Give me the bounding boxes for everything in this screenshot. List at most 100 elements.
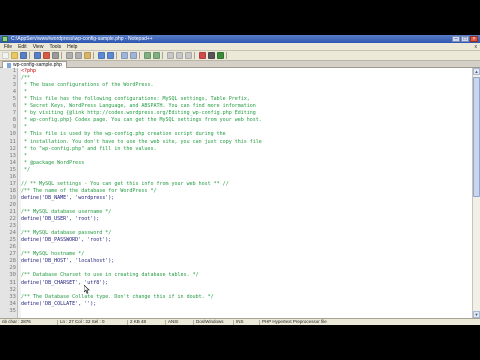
code-line[interactable]: // ** MySQL settings - You can get this … [21, 181, 472, 188]
code-line[interactable]: * The base configurations of the WordPre… [21, 82, 472, 89]
code-area[interactable]: <?php/** * The base configurations of th… [21, 68, 472, 318]
find-icon[interactable] [121, 52, 128, 59]
zoom-out-icon[interactable] [153, 52, 160, 59]
macro-play-icon[interactable] [217, 52, 224, 59]
code-line[interactable]: * to "wp-config.php" and fill in the val… [21, 146, 472, 153]
line-number[interactable]: 18 [0, 188, 16, 195]
code-line[interactable]: * wp-config.php} Codex page. You can get… [21, 117, 472, 124]
line-number[interactable]: 25 [0, 237, 16, 244]
undo-icon[interactable] [98, 52, 105, 59]
replace-icon[interactable] [130, 52, 137, 59]
line-number[interactable]: 4 [0, 89, 16, 96]
line-number[interactable]: 11 [0, 139, 16, 146]
code-line[interactable]: * [21, 124, 472, 131]
code-line[interactable]: * @package WordPress [21, 160, 472, 167]
line-number[interactable]: 2 [0, 75, 16, 82]
paste-icon[interactable] [84, 52, 91, 59]
line-number[interactable]: 22 [0, 216, 16, 223]
code-line[interactable]: */ [21, 167, 472, 174]
code-line[interactable] [21, 202, 472, 209]
line-number[interactable]: 33 [0, 294, 16, 301]
menu-edit[interactable]: Edit [18, 43, 27, 51]
line-number[interactable]: 5 [0, 96, 16, 103]
save-icon[interactable] [20, 52, 27, 59]
open-folder-icon[interactable] [11, 52, 18, 59]
code-line[interactable]: * Secret Keys, WordPress Language, and A… [21, 103, 472, 110]
cut-icon[interactable] [66, 52, 73, 59]
word-wrap-icon[interactable] [167, 52, 174, 59]
line-number[interactable]: 26 [0, 244, 16, 251]
menu-view[interactable]: View [33, 43, 44, 51]
code-line[interactable]: * This file has the following configurat… [21, 96, 472, 103]
code-editor[interactable]: 1 2 3 4 5 6 7 8 9 10 11 12 13 14 15 16 17 18 19 20 21 22 23 24 2… [0, 68, 480, 318]
minimize-button[interactable]: – [452, 36, 460, 42]
code-line[interactable]: * [21, 89, 472, 96]
line-number[interactable]: 23 [0, 223, 16, 230]
code-line[interactable]: /** MySQL hostname */ [21, 251, 472, 258]
save-all-icon[interactable] [34, 52, 41, 59]
line-number[interactable]: 15 [0, 167, 16, 174]
maximize-button[interactable]: □ [461, 36, 469, 42]
code-line[interactable]: define('DB_USER', 'root'); [21, 216, 472, 223]
code-line[interactable]: define('DB_COLLATE', ''); [21, 301, 472, 308]
line-number[interactable]: 19 [0, 195, 16, 202]
close-window-button[interactable]: × [470, 36, 478, 42]
indent-guide-icon[interactable] [185, 52, 192, 59]
tab-wp-config-sample[interactable]: wp-config-sample.php [2, 61, 67, 68]
new-file-icon[interactable] [2, 52, 9, 59]
code-line[interactable] [21, 174, 472, 181]
scroll-up-icon[interactable]: ▲ [473, 68, 480, 75]
line-number[interactable]: 17 [0, 181, 16, 188]
close-document-icon[interactable]: x [475, 43, 478, 51]
code-line[interactable] [21, 265, 472, 272]
line-number[interactable]: 28 [0, 258, 16, 265]
show-all-chars-icon[interactable] [176, 52, 183, 59]
code-line[interactable]: define('DB_HOST', 'localhost'); [21, 258, 472, 265]
line-number[interactable]: 1 [0, 68, 16, 75]
line-number[interactable]: 14 [0, 160, 16, 167]
line-number[interactable]: 20 [0, 202, 16, 209]
line-number[interactable]: 7 [0, 110, 16, 117]
line-number[interactable]: 27 [0, 251, 16, 258]
close-file-icon[interactable] [43, 52, 50, 59]
menu-file[interactable]: File [4, 43, 12, 51]
code-line[interactable]: define('DB_NAME', 'wordpress'); [21, 195, 472, 202]
code-line[interactable]: <?php [21, 68, 472, 75]
redo-icon[interactable] [107, 52, 114, 59]
code-line[interactable]: /** [21, 75, 472, 82]
code-line[interactable]: /** Database Charset to use in creating … [21, 272, 472, 279]
zoom-in-icon[interactable] [144, 52, 151, 59]
code-line[interactable]: define('DB_PASSWORD', 'root'); [21, 237, 472, 244]
macro-record-icon[interactable] [199, 52, 206, 59]
code-line[interactable]: /** The name of the database for WordPre… [21, 188, 472, 195]
line-number[interactable]: 30 [0, 272, 16, 279]
code-line[interactable]: /** The Database Collate type. Don't cha… [21, 294, 472, 301]
code-line[interactable]: * installation. You don't have to use th… [21, 139, 472, 146]
line-number[interactable]: 35 [0, 308, 16, 315]
line-number[interactable]: 6 [0, 103, 16, 110]
line-number[interactable]: 32 [0, 287, 16, 294]
line-number[interactable]: 29 [0, 265, 16, 272]
vertical-scrollbar[interactable]: ▲ ▼ [472, 68, 480, 318]
macro-stop-icon[interactable] [208, 52, 215, 59]
line-number[interactable]: 24 [0, 230, 16, 237]
code-line[interactable]: /** MySQL database password */ [21, 230, 472, 237]
code-line[interactable]: * by visiting {@link http://codex.wordpr… [21, 110, 472, 117]
menu-tools[interactable]: Tools [49, 43, 61, 51]
line-number[interactable]: 34 [0, 301, 16, 308]
line-number[interactable]: 3 [0, 82, 16, 89]
code-line[interactable]: * This file is used by the wp-config.php… [21, 131, 472, 138]
line-number[interactable]: 10 [0, 131, 16, 138]
copy-icon[interactable] [75, 52, 82, 59]
scrollbar-thumb[interactable] [473, 77, 480, 197]
code-line[interactable] [21, 223, 472, 230]
print-icon[interactable] [52, 52, 59, 59]
code-line[interactable]: /** MySQL database username */ [21, 209, 472, 216]
line-number[interactable]: 16 [0, 174, 16, 181]
code-line[interactable] [21, 244, 472, 251]
scroll-down-icon[interactable]: ▼ [473, 311, 480, 318]
line-number[interactable]: 31 [0, 280, 16, 287]
line-number[interactable]: 9 [0, 124, 16, 131]
code-line[interactable]: * [21, 153, 472, 160]
line-number[interactable]: 13 [0, 153, 16, 160]
